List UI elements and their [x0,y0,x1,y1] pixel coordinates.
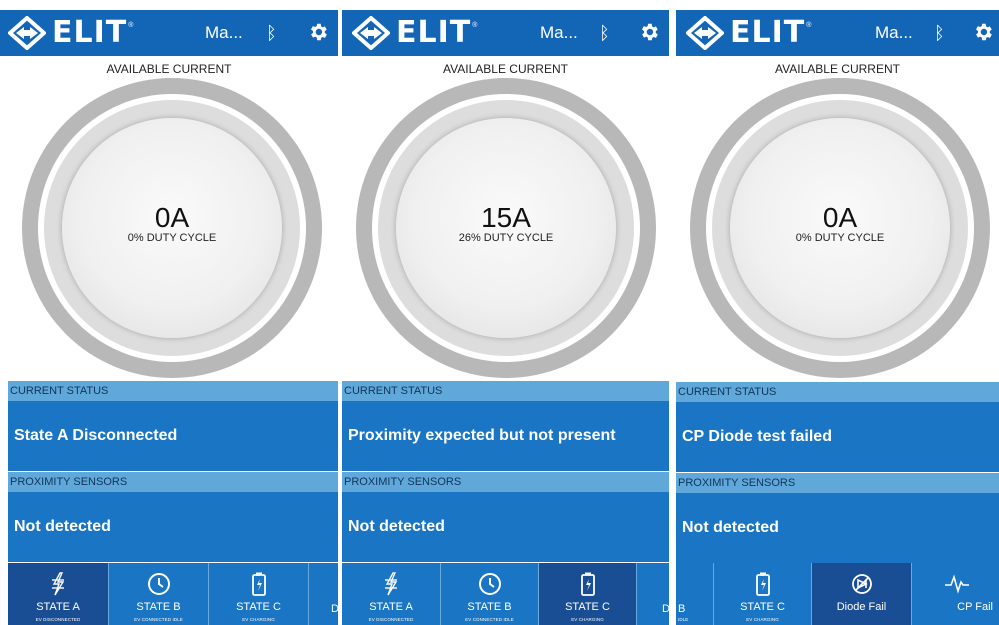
proximity-header: PROXIMITY SENSORS [8,472,338,492]
app-screen-1: ELIT ® Ma... ᛒ AVAILABLE CURRENT 0A 0% D… [0,0,338,625]
gear-icon[interactable] [307,21,329,43]
nav-label: CP Fail [957,601,993,613]
current-status-value: State A Disconnected [8,401,338,471]
battery-charging-icon [755,572,770,596]
device-name[interactable]: Ma... [875,23,913,43]
amps-value: 0A [154,202,190,233]
nav-sublabel: EV CHARGING [571,617,604,622]
nav-sublabel: EV DISCONNECTED [368,617,414,622]
nav-sublabel: EV DISCONNECTED [35,617,81,622]
lightning-icon [52,572,65,596]
battery-charging-icon [251,572,266,596]
nav-state-b-partial[interactable]: B IDLE [676,563,713,625]
nav-label: STATE B [467,601,512,613]
logo-trademark: ® [806,22,812,29]
gear-icon[interactable] [972,21,994,43]
proximity-value: Not detected [342,492,669,562]
proximity-header: PROXIMITY SENSORS [676,473,999,493]
device-name[interactable]: Ma... [540,23,578,43]
gauge-center: 0A 0% DUTY CYCLE [730,118,950,338]
nav-sublabel: IDLE [678,617,689,622]
proximity-value: Not detected [676,493,999,563]
nav-state-c[interactable]: STATE C EV CHARGING [713,563,811,625]
nav-state-a[interactable]: STATE A EV DISCONNECTED [8,563,108,625]
amps-value: 15A [481,202,531,233]
gauge-center: 0A 0% DUTY CYCLE [62,118,282,338]
logo-text: ELIT [396,15,472,50]
logo-trademark: ® [128,22,134,29]
nav-sublabel: EV CHARGING [746,617,779,622]
nav-label: STATE B [136,601,181,613]
logo-text: ELIT [52,15,128,50]
nav-cp-fail[interactable]: CP Fail [911,563,999,625]
current-gauge: 15A 26% DUTY CYCLE [356,78,656,378]
proximity-value: Not detected [8,492,338,562]
gear-icon[interactable] [638,21,660,43]
nav-diode-fail[interactable]: Diode Fail [811,563,911,625]
nav-sublabel: EV CHARGING [242,617,275,622]
available-current-label: AVAILABLE CURRENT [443,62,568,76]
available-current-label: AVAILABLE CURRENT [775,62,900,76]
nav-state-c[interactable]: STATE C EV CHARGING [208,563,308,625]
nav-sublabel: EV CONNECTED IDLE [465,617,514,622]
nav-sublabel: EV CONNECTED IDLE [134,617,183,622]
duty-cycle: 26% DUTY CYCLE [458,232,554,244]
nav-label: STATE C [740,601,785,613]
diode-icon [851,574,872,594]
nav-fragment: D [662,603,669,615]
lightning-icon [385,572,398,596]
duty-cycle: 0% DUTY CYCLE [795,232,885,244]
nav-state-c[interactable]: STATE C EV CHARGING [538,563,636,625]
app-header: ELIT ® Ma... ᛒ [676,10,999,56]
nav-state-d-partial[interactable]: D [636,563,669,625]
nav-label: STATE C [565,601,610,613]
current-status-value: Proximity expected but not present [342,401,669,471]
available-current-label: AVAILABLE CURRENT [106,62,232,76]
app-screen-2: ELIT ® Ma... ᛒ AVAILABLE CURRENT 15A 26%… [342,0,669,625]
battery-charging-icon [580,572,595,596]
nav-fragment: B [678,603,686,615]
logo-trademark: ® [472,22,478,29]
pulse-icon [944,574,969,594]
current-status-header: CURRENT STATUS [8,381,338,401]
elit-logo: ELIT ® [686,16,811,50]
bluetooth-icon[interactable]: ᛒ [266,22,277,44]
elit-logo-icon [352,16,390,50]
amps-value: 0A [822,202,858,233]
nav-label: STATE C [236,601,281,613]
nav-label: Diode Fail [836,601,887,613]
bottom-nav: B IDLE STATE C EV CHARGING Diode Fail CP… [676,563,999,625]
nav-fragment: D [331,603,338,615]
elit-logo: ELIT ® [8,16,133,50]
bottom-nav: STATE A EV DISCONNECTED STATE B EV CONNE… [342,563,669,625]
proximity-header: PROXIMITY SENSORS [342,472,669,492]
nav-state-b[interactable]: STATE B EV CONNECTED IDLE [440,563,538,625]
clock-icon [478,573,501,595]
elit-logo-icon [686,16,724,50]
bottom-nav: STATE A EV DISCONNECTED STATE B EV CONNE… [8,563,338,625]
device-name[interactable]: Ma... [205,23,243,43]
app-screen-3: ELIT ® Ma... ᛒ AVAILABLE CURRENT 0A 0% D… [676,0,999,625]
app-header: ELIT ® Ma... ᛒ [0,10,338,56]
current-status-header: CURRENT STATUS [676,382,999,402]
nav-label: STATE A [369,601,413,613]
bluetooth-icon[interactable]: ᛒ [934,22,945,44]
elit-logo-icon [8,16,46,50]
nav-label: STATE A [36,601,80,613]
current-status-value: CP Diode test failed [676,402,999,472]
logo-text: ELIT [730,15,806,50]
bluetooth-icon[interactable]: ᛒ [599,22,610,44]
app-header: ELIT ® Ma... ᛒ [342,10,669,56]
gauge-center: 15A 26% DUTY CYCLE [396,118,616,338]
nav-state-a[interactable]: STATE A EV DISCONNECTED [342,563,440,625]
clock-icon [147,573,170,595]
current-status-header: CURRENT STATUS [342,381,669,401]
current-gauge: 0A 0% DUTY CYCLE [22,78,322,378]
current-gauge: 0A 0% DUTY CYCLE [690,78,990,378]
duty-cycle: 0% DUTY CYCLE [127,232,217,244]
nav-state-d-partial[interactable]: D [308,563,338,625]
nav-state-b[interactable]: STATE B EV CONNECTED IDLE [108,563,208,625]
elit-logo: ELIT ® [352,16,477,50]
